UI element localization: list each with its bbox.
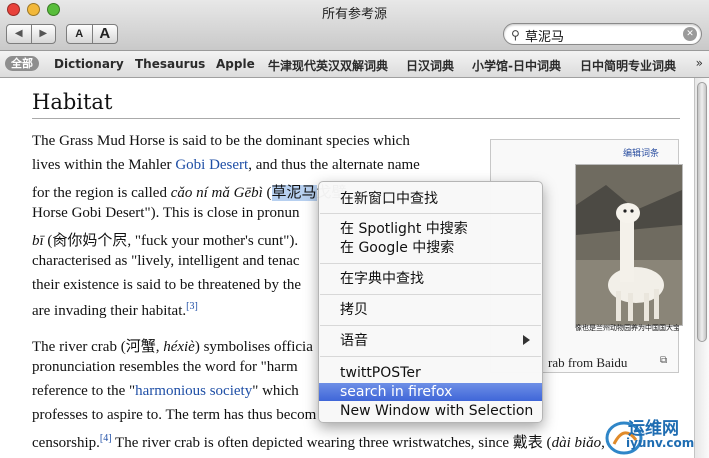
menu-item-new-window-with-selection[interactable]: New Window with Selection [319,402,542,420]
text-line: pronunciation resembles the word for "ha… [32,359,298,375]
scope-shogakukan[interactable]: 小学馆-日中词典 [472,57,561,74]
font-larger-button[interactable]: A [93,25,118,43]
menu-item-spotlight-search[interactable]: 在 Spotlight 中搜索 [319,220,542,238]
menu-separator [320,325,541,326]
citation-link[interactable]: [3] [186,301,198,312]
menu-separator [320,356,541,357]
figure-caption: rab from Baidu [548,355,628,370]
menu-item-lookup-dictionary[interactable]: 在字典中查找 [319,270,542,288]
scrollbar-thumb[interactable] [697,82,707,342]
clear-search-icon[interactable]: ✕ [683,27,697,41]
text-line: lives within the Mahler Gobi Desert, and… [32,157,420,173]
text-line: professes to aspire to. The term has thu… [32,407,317,423]
enlarge-icon[interactable]: ⧉ [660,355,667,366]
selected-text[interactable]: 草泥马 [271,185,317,201]
text-line: for the region is called cǎo ní mǎ Gēbì … [32,185,347,201]
menu-item-copy[interactable]: 拷贝 [319,301,542,319]
heading-divider [32,118,680,119]
text-line: reference to the "harmonious society" wh… [32,383,299,399]
more-scopes-icon[interactable]: » [696,56,703,70]
scope-dictionary[interactable]: Dictionary [54,57,124,71]
watermark-url: iyunv.com [626,436,695,450]
scope-thesaurus[interactable]: Thesaurus [135,57,205,71]
menu-item-speech[interactable]: 语音 [319,332,542,350]
search-field[interactable]: ⚲ 草泥马 ✕ [503,23,702,45]
scope-oxford[interactable]: 牛津现代英汉双解词典 [268,57,388,74]
text-line: The river crab (河蟹, héxiè) symbolises of… [32,339,313,355]
menu-separator [320,263,541,264]
text-line: The Grass Mud Horse is said to be the do… [32,133,410,149]
window-titlebar: 所有参考源 ◀ ▶ A A ⚲ 草泥马 ✕ [0,0,709,51]
scope-bar: 全部 Dictionary Thesaurus Apple 牛津现代英汉双解词典… [0,51,709,78]
text-line: Horse Gobi Desert"). This is close in pr… [32,205,300,221]
menu-item-twittposter[interactable]: twittPOSTer [319,364,542,382]
text-line: characterised as "lively, intelligent an… [32,253,300,269]
menu-separator [320,213,541,214]
vertical-scrollbar[interactable] [694,78,709,458]
font-size-control: A A [66,24,118,44]
menu-item-google-search[interactable]: 在 Google 中搜索 [319,239,542,257]
photo-caption: 像也是兰州动物园养为中国国大宝，代表了 [575,324,679,332]
text-line: censorship.[4] The river crab is often d… [32,433,605,451]
text-line: are invading their habitat.[3] [32,301,198,319]
edit-entry-link[interactable]: 编辑词条 [623,146,659,159]
window-title: 所有参考源 [321,7,387,22]
forward-icon[interactable]: ▶ [32,25,56,43]
scope-apple[interactable]: Apple [216,57,255,71]
search-input[interactable]: 草泥马 [525,26,564,45]
scope-japanese-chinese-pro[interactable]: 日中简明专业词典 [580,57,676,74]
harmonious-society-link[interactable]: harmonious society [135,383,252,399]
section-heading: Habitat [32,90,113,114]
submenu-arrow-icon [523,335,530,345]
context-menu: 在新窗口中查找 在 Spotlight 中搜索 在 Google 中搜索 在字典… [318,181,543,423]
search-icon: ⚲ [511,28,520,42]
menu-separator [320,294,541,295]
alpaca-photo [575,164,683,326]
font-smaller-button[interactable]: A [67,25,93,43]
back-forward-control: ◀ ▶ [6,24,56,44]
citation-link[interactable]: [4] [100,433,112,444]
text-line: their existence is said to be threatened… [32,277,302,293]
menu-item-find-in-new-window[interactable]: 在新窗口中查找 [319,190,542,208]
text-line: bī (肏你妈个屄, "fuck your mother's cunt"). [32,233,299,249]
gobi-desert-link[interactable]: Gobi Desert [175,157,248,173]
scope-japanese-chinese[interactable]: 日汉词典 [406,57,454,74]
menu-item-search-in-firefox[interactable]: search in firefox [319,383,542,401]
scope-all[interactable]: 全部 [5,56,39,71]
back-icon[interactable]: ◀ [7,25,32,43]
